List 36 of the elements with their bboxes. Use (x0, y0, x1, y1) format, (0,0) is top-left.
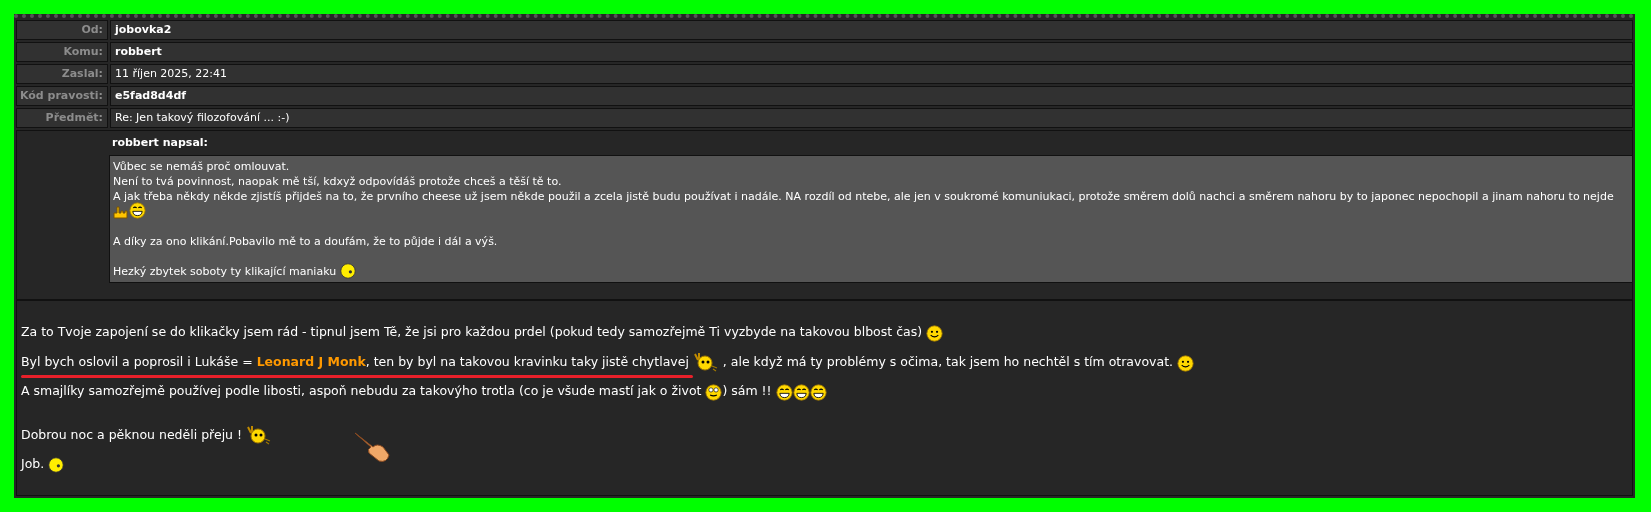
field-label: Zaslal: (16, 64, 108, 84)
field-value: 11 říjen 2025, 22:41 (110, 64, 1633, 84)
field-value: jobovka2 (110, 20, 1633, 40)
smiley-icon (339, 262, 356, 279)
smiley-icon (705, 383, 723, 401)
profile-link[interactable]: Leonard J Monk (256, 353, 366, 372)
quote-author: robbert napsal: (111, 135, 209, 151)
field-label: Komu: (16, 42, 108, 62)
message-text: Za to Tvoje zapojení se do klikačky jsem rád - tipnul jsem Tě, že jsi pro každou prdel (pokud tedy samozřejmě Ti vyzbyde na takovou blbost čas) (21, 323, 924, 341)
field-label: Kód pravosti: (16, 86, 108, 106)
grin-icon (775, 383, 793, 401)
grin-icon (792, 383, 810, 401)
message-text: Job. (21, 454, 46, 473)
quote-text: Není to tvá povinnost, naopak mě tší, kdxyž odpovídáš protože chceš a těší tě to. (113, 174, 562, 189)
message-text: ) sám !! (722, 381, 773, 400)
smiley-icon (1177, 354, 1194, 372)
quote-text: Hezký zbytek soboty ty klikající maniaku (113, 264, 338, 279)
waving-smiley-icon (246, 424, 272, 445)
message-text: Dobrou noc a pěknou neděli přeju ! (21, 425, 244, 444)
quote-text: Vůbec se nemáš proč omlouvat. (113, 159, 290, 174)
message-text: A smajlíky samozřejmě používej podle libosti, aspoň nebudu za takovýho trotla (co je všude mastí jak o život (21, 381, 703, 400)
field-label: Předmět: (16, 108, 108, 128)
quote-text: A díky za ono klikání.Pobavilo mě to a doufám, že to půjde i dál a výš. (113, 234, 498, 249)
grin-icon (809, 383, 827, 401)
field-label: Od: (16, 20, 108, 40)
field-value: Re: Jen takový filozofování ... :-) (110, 108, 1633, 128)
waving-smiley-icon (692, 351, 719, 372)
message-text: Byl bych oslovil a poprosil i Lukáše = (21, 353, 254, 371)
smiley-icon (48, 457, 65, 474)
field-value: robbert (110, 42, 1633, 62)
message-text: , ten by byl na takovou kravinku taky jistě chytlavej (365, 353, 690, 371)
quote-text: A jak třeba někdy někde zjistíš přijdeš na to, že prvního cheese už jsem někde použil a zcela jistě budu používat i nadále. NA rozdíl od ntebe, ale jen v soukromé komuniukaci, protože směrem dolů nachci a směrem nahoru by to japonec nepochopil a jinam nahoru to nejde (113, 189, 1614, 204)
smiley-icon (926, 324, 944, 342)
message-text: , ale když má ty problémy s očima, tak jsem ho nechtěl s tím otravovat. (721, 353, 1174, 371)
grin-icon (129, 201, 146, 219)
field-value: e5fad8d4df (110, 86, 1633, 106)
